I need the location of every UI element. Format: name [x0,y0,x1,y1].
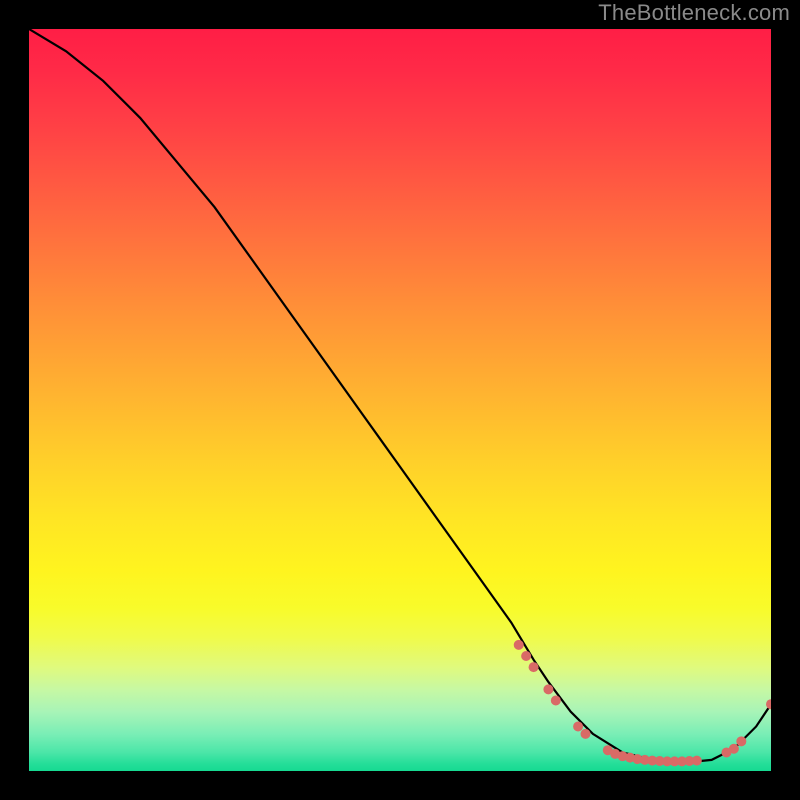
data-markers [514,640,771,766]
data-marker [543,684,553,694]
data-marker [729,744,739,754]
data-marker [521,651,531,661]
data-marker [581,729,591,739]
chart-frame: TheBottleneck.com [0,0,800,800]
data-marker [514,640,524,650]
data-marker [573,721,583,731]
data-marker [692,756,702,766]
chart-overlay [29,29,771,771]
plot-area [29,29,771,771]
curve-line [29,29,771,761]
data-marker [529,662,539,672]
data-marker [736,736,746,746]
data-marker [551,696,561,706]
data-marker [766,699,771,709]
watermark-text: TheBottleneck.com [598,0,790,26]
